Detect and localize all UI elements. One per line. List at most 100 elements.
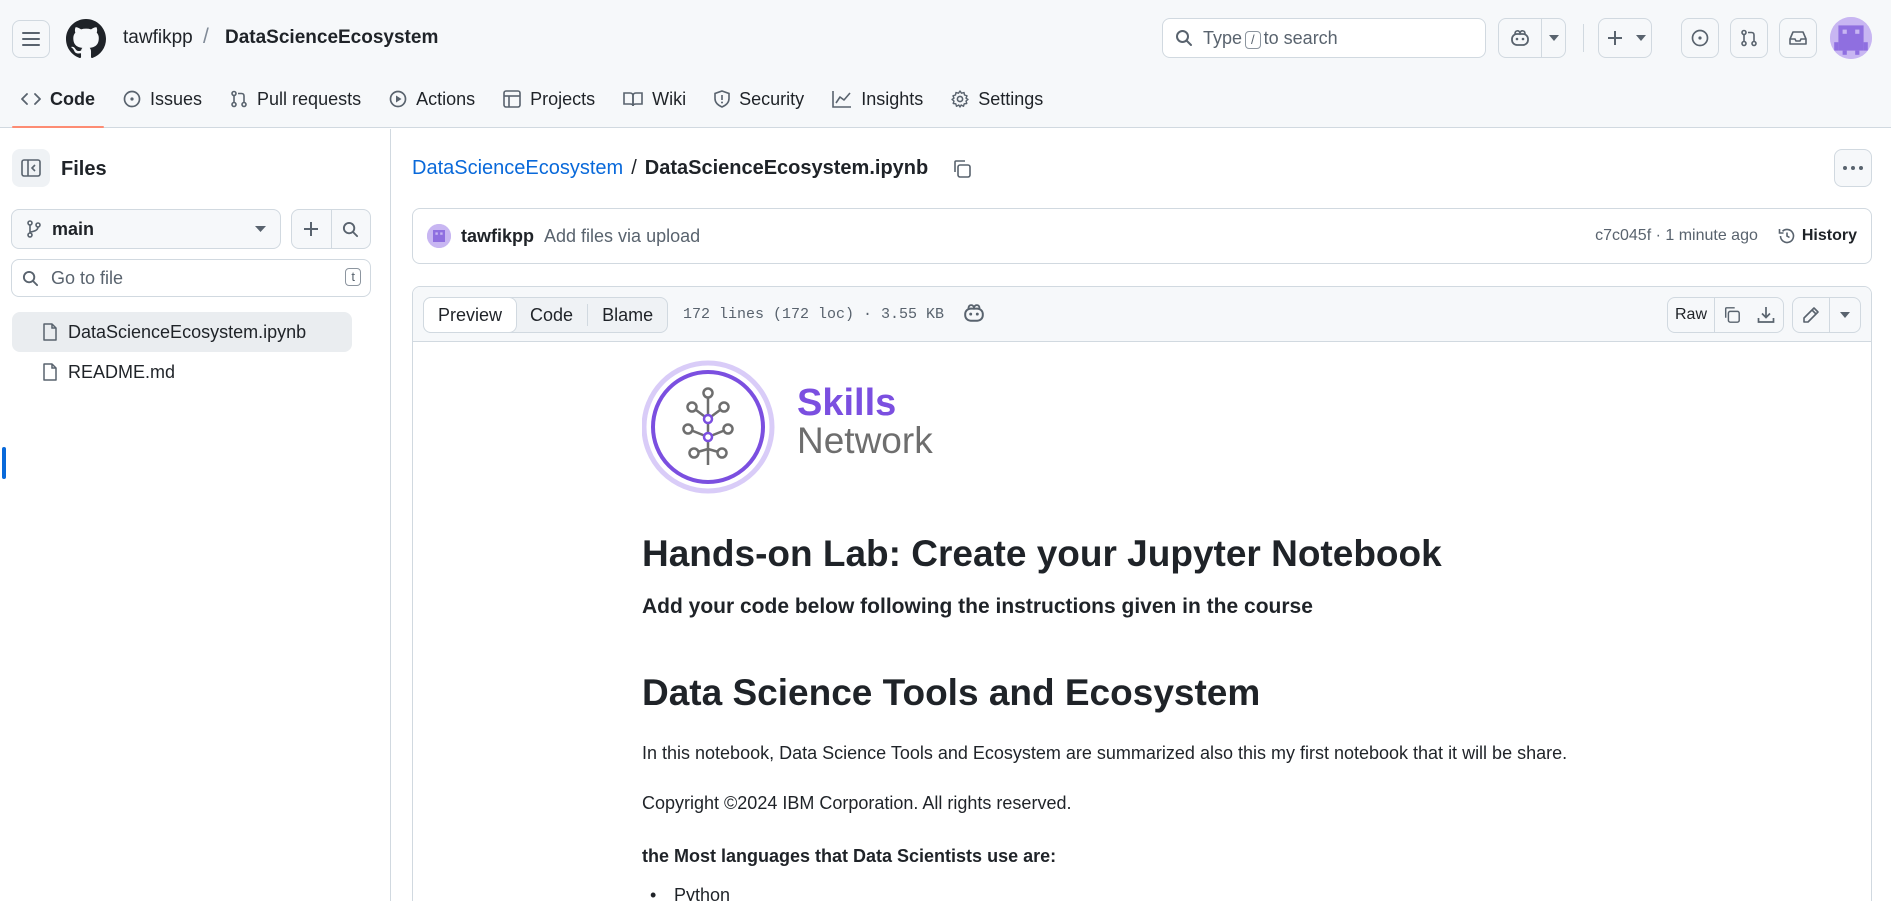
go-to-file-shortcut: t xyxy=(345,268,361,286)
shield-icon xyxy=(714,90,730,108)
file-info: 172 lines (172 loc) · 3.55 KB xyxy=(683,306,945,323)
search-files-button[interactable] xyxy=(332,210,371,248)
tab-code-view[interactable]: Code xyxy=(516,298,587,332)
file-icon xyxy=(43,363,57,381)
collapse-sidebar-button[interactable] xyxy=(12,149,50,187)
tab-settings-label: Settings xyxy=(978,88,1044,109)
breadcrumb-repo-link[interactable]: DataScienceEcosystem xyxy=(412,157,623,180)
play-icon xyxy=(389,90,407,108)
tab-code[interactable]: Code xyxy=(10,80,106,128)
notebook-heading-2: Data Science Tools and Ecosystem xyxy=(642,672,1261,713)
owner-link[interactable]: tawfikpp xyxy=(123,27,193,49)
path-separator: / xyxy=(203,25,209,48)
commit-author[interactable]: tawfikpp xyxy=(461,226,534,247)
search-input[interactable]: Type / to search xyxy=(1162,18,1486,58)
file-icon xyxy=(43,323,57,341)
inbox-icon xyxy=(1789,31,1807,45)
file-item[interactable]: README.md xyxy=(12,352,352,392)
copilot-button[interactable] xyxy=(1499,19,1541,57)
more-options-button[interactable] xyxy=(1834,149,1872,187)
tab-issues-label: Issues xyxy=(150,88,203,109)
skills-network-logo: Skills Network xyxy=(642,360,933,494)
edit-button[interactable] xyxy=(1793,298,1829,332)
tab-pull-requests-label: Pull requests xyxy=(257,88,362,109)
pull-request-icon xyxy=(231,90,247,108)
copilot-icon xyxy=(1511,30,1529,46)
download-button[interactable] xyxy=(1749,298,1783,332)
menu-button[interactable] xyxy=(12,20,50,58)
raw-actions: Raw xyxy=(1667,297,1784,333)
commit-avatar[interactable] xyxy=(427,224,451,248)
tab-settings[interactable]: Settings xyxy=(940,80,1054,118)
logo-text-line2: Network xyxy=(797,420,933,461)
history-label: History xyxy=(1801,227,1857,244)
files-title: Files xyxy=(61,158,107,180)
list-item: Python xyxy=(642,885,730,901)
tab-actions[interactable]: Actions xyxy=(378,80,486,118)
tab-insights[interactable]: Insights xyxy=(821,80,934,118)
tab-insights-label: Insights xyxy=(861,88,924,109)
tab-preview[interactable]: Preview xyxy=(423,297,518,333)
tab-blame[interactable]: Blame xyxy=(588,298,667,332)
tab-wiki-label: Wiki xyxy=(652,88,687,109)
file-item-name: README.md xyxy=(68,361,176,382)
tab-projects-label: Projects xyxy=(530,88,596,109)
kebab-horizontal-icon xyxy=(1843,166,1863,170)
add-file-button[interactable] xyxy=(292,210,331,248)
user-avatar[interactable] xyxy=(1830,17,1872,59)
copy-icon[interactable] xyxy=(952,159,972,179)
graph-icon xyxy=(832,91,852,108)
pull-request-icon xyxy=(1741,29,1757,47)
tab-security-label: Security xyxy=(739,88,805,109)
history-button[interactable]: History xyxy=(1778,227,1857,245)
breadcrumb-separator: / xyxy=(631,157,637,179)
plus-icon xyxy=(1608,31,1622,45)
notebook-copyright: Copyright ©2024 IBM Corporation. All rig… xyxy=(642,793,1072,813)
tab-security[interactable]: Security xyxy=(703,80,815,118)
pencil-icon xyxy=(1803,307,1819,323)
copilot-ask-button[interactable] xyxy=(963,303,985,328)
inbox-button[interactable] xyxy=(1779,18,1817,58)
tab-wiki[interactable]: Wiki xyxy=(612,80,697,118)
raw-button[interactable]: Raw xyxy=(1668,298,1714,332)
copilot-dropdown[interactable] xyxy=(1542,19,1565,57)
github-logo-icon[interactable] xyxy=(66,19,106,59)
history-icon xyxy=(1778,228,1795,244)
repo-nav: Code Issues Pull requests Actions Projec… xyxy=(10,80,1060,128)
commit-message[interactable]: Add files via upload xyxy=(544,226,700,247)
pull-requests-button[interactable] xyxy=(1730,18,1768,58)
latest-commit-bar: tawfikpp Add files via upload c7c045f · … xyxy=(412,208,1872,264)
branch-selector[interactable]: main xyxy=(11,209,281,249)
chevron-down-icon xyxy=(1548,35,1559,41)
tab-projects[interactable]: Projects xyxy=(492,80,606,118)
gear-icon xyxy=(951,90,969,108)
logo-text-line1: Skills xyxy=(797,382,896,424)
go-to-file-placeholder: Go to file xyxy=(51,267,124,288)
tab-code-label: Code xyxy=(50,88,95,109)
repo-header: tawfikpp / DataScienceEcosystem Type / to … xyxy=(0,0,1891,128)
issues-button[interactable] xyxy=(1681,18,1719,58)
copy-raw-button[interactable] xyxy=(1715,298,1749,332)
tab-pull-requests[interactable]: Pull requests xyxy=(219,80,372,118)
file-item[interactable]: DataScienceEcosystem.ipynb xyxy=(12,312,352,352)
notebook-heading-1: Hands-on Lab: Create your Jupyter Notebo… xyxy=(642,533,1442,574)
tab-issues[interactable]: Issues xyxy=(112,80,213,118)
issue-icon xyxy=(1691,29,1709,47)
file-breadcrumb: DataScienceEcosystem / DataScienceEcosys… xyxy=(412,157,972,180)
file-item-name: DataScienceEcosystem.ipynb xyxy=(68,321,307,342)
edit-actions xyxy=(1792,297,1861,333)
go-to-file-input[interactable]: Go to file t xyxy=(11,259,371,297)
copilot-menu[interactable] xyxy=(1498,18,1566,58)
search-placeholder-post: to search xyxy=(1263,27,1338,48)
search-icon xyxy=(343,221,359,237)
table-icon xyxy=(503,90,521,108)
repo-link[interactable]: DataScienceEcosystem xyxy=(225,27,438,49)
search-placeholder-pre: Type xyxy=(1203,27,1243,48)
code-icon xyxy=(21,93,41,105)
search-icon xyxy=(1176,30,1192,46)
sidebar-collapse-icon xyxy=(21,159,41,177)
breadcrumb-file-name: DataScienceEcosystem.ipynb xyxy=(644,157,929,179)
edit-dropdown[interactable] xyxy=(1830,298,1860,332)
create-new-menu[interactable] xyxy=(1598,18,1652,58)
commit-meta[interactable]: c7c045f · 1 minute ago xyxy=(1595,227,1758,245)
